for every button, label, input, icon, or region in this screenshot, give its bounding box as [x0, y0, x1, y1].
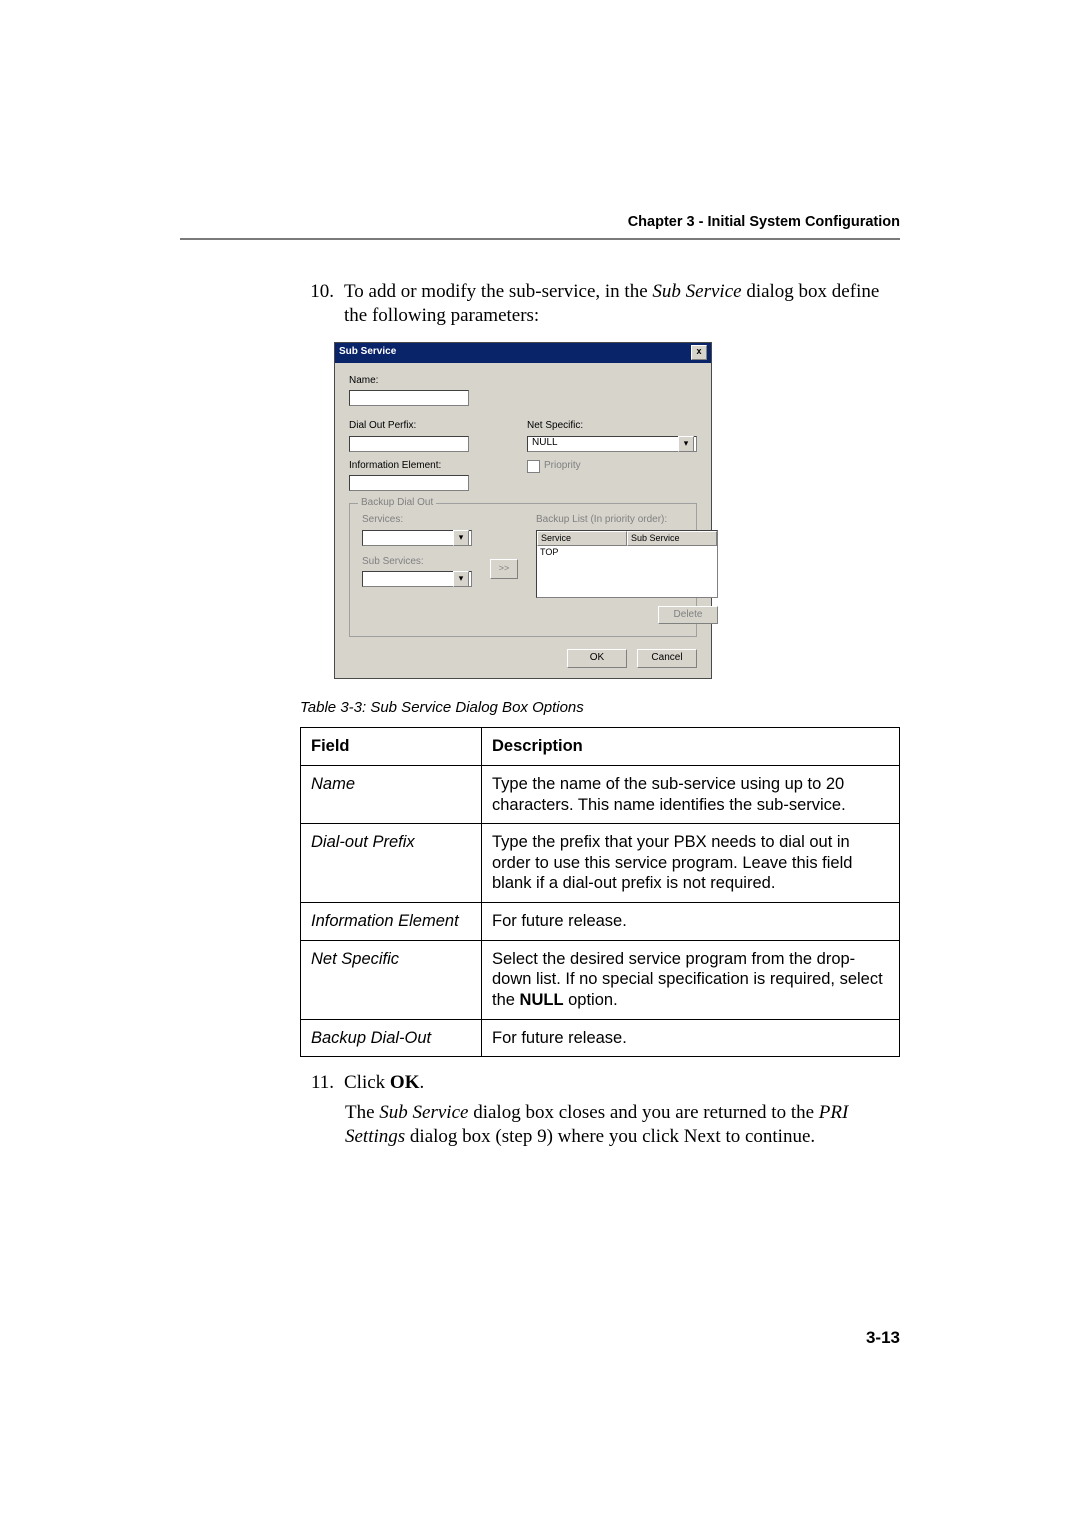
- text: dialog box closes and you are returned t…: [468, 1102, 818, 1123]
- group-left: Services: ▾ Sub Services: ▾: [362, 514, 472, 624]
- backup-list-label: Backup List (In priority order):: [536, 514, 718, 527]
- document-page: Chapter 3 - Initial System Configuration…: [0, 0, 1080, 1528]
- services-label: Services:: [362, 514, 472, 527]
- desc-cell: For future release.: [482, 903, 900, 941]
- group-right: Backup List (In priority order): Service…: [536, 514, 718, 624]
- chevron-down-icon: ▾: [453, 530, 469, 546]
- delete-button[interactable]: Delete: [658, 606, 718, 625]
- text-bold: OK: [390, 1072, 420, 1093]
- table-row: Backup Dial-Out For future release.: [301, 1019, 900, 1057]
- dial-out-prefix-label: Dial Out Perfix:: [349, 420, 509, 433]
- step-10: 10. To add or modify the sub-service, in…: [300, 280, 900, 328]
- select-value: NULL: [530, 437, 678, 450]
- text: dialog box (step 9) where you click Next…: [405, 1126, 815, 1147]
- text-em: Sub Service: [379, 1102, 468, 1123]
- right-col: Net Specific: NULL ▾ Prioprity: [527, 420, 697, 491]
- name-label: Name:: [349, 375, 697, 388]
- information-element-label: Information Element:: [349, 460, 509, 473]
- step-text: Click OK.: [344, 1071, 900, 1095]
- net-specific-label: Net Specific:: [527, 420, 697, 433]
- dialog-actions: OK Cancel: [349, 649, 697, 668]
- dial-out-prefix-input[interactable]: [349, 436, 469, 452]
- ok-button[interactable]: OK: [567, 649, 627, 668]
- table-caption: Table 3-3: Sub Service Dialog Box Option…: [300, 699, 900, 718]
- checkbox-icon: [527, 460, 540, 473]
- net-specific-select[interactable]: NULL ▾: [527, 436, 697, 452]
- backup-list-table: Service Sub Service TOP: [536, 530, 718, 598]
- field-cell: Name: [301, 765, 482, 823]
- text: To add or modify the sub-service, in the: [344, 281, 652, 302]
- col-sub-service: Sub Service: [627, 531, 717, 546]
- text: option.: [564, 991, 618, 1009]
- step-11-followup: The Sub Service dialog box closes and yo…: [345, 1101, 900, 1149]
- chevron-down-icon: ▾: [678, 436, 694, 452]
- field-cell: Dial-out Prefix: [301, 824, 482, 903]
- text: Click: [344, 1072, 390, 1093]
- desc-cell: For future release.: [482, 1019, 900, 1057]
- dialog-title: Sub Service: [339, 346, 691, 359]
- sub-service-dialog: Sub Service x Name: Dial Out Perfix: Inf…: [334, 342, 712, 679]
- col-description: Description: [482, 728, 900, 766]
- cancel-button[interactable]: Cancel: [637, 649, 697, 668]
- dialog-body: Name: Dial Out Perfix: Information Eleme…: [335, 363, 711, 678]
- table-row: Dial-out Prefix Type the prefix that you…: [301, 824, 900, 903]
- information-element-input[interactable]: [349, 475, 469, 491]
- chevron-down-icon: ▾: [453, 571, 469, 587]
- desc-cell: Select the desired service program from …: [482, 940, 900, 1019]
- step-11: 11. Click OK.: [300, 1071, 900, 1095]
- body-content: 10. To add or modify the sub-service, in…: [300, 280, 900, 1148]
- text-em: Sub Service: [652, 281, 741, 302]
- desc-cell: Type the name of the sub-service using u…: [482, 765, 900, 823]
- page-header: Chapter 3 - Initial System Configuration: [628, 214, 900, 230]
- field-cell: Backup Dial-Out: [301, 1019, 482, 1057]
- left-col: Dial Out Perfix: Information Element:: [349, 420, 509, 491]
- close-icon[interactable]: x: [691, 345, 707, 360]
- col-field: Field: [301, 728, 482, 766]
- services-select[interactable]: ▾: [362, 530, 472, 546]
- page-number: 3-13: [866, 1328, 900, 1348]
- field-cell: Net Specific: [301, 940, 482, 1019]
- dialog-figure: Sub Service x Name: Dial Out Perfix: Inf…: [334, 342, 900, 679]
- col-service: Service: [537, 531, 627, 546]
- table-row: Net Specific Select the desired service …: [301, 940, 900, 1019]
- table-row: Information Element For future release.: [301, 903, 900, 941]
- table-row: Name Type the name of the sub-service us…: [301, 765, 900, 823]
- priority-label: Prioprity: [544, 460, 581, 473]
- delete-row: Delete: [536, 606, 718, 625]
- name-input[interactable]: [349, 390, 469, 406]
- group-title: Backup Dial Out: [358, 497, 436, 510]
- text-bold: NULL: [520, 991, 564, 1009]
- table-row: TOP: [537, 546, 717, 559]
- options-table: Field Description Name Type the name of …: [300, 727, 900, 1057]
- move-right-button[interactable]: >>: [490, 559, 518, 579]
- step-text: To add or modify the sub-service, in the…: [344, 280, 900, 328]
- field-cell: Information Element: [301, 903, 482, 941]
- desc-cell: Type the prefix that your PBX needs to d…: [482, 824, 900, 903]
- sub-services-select[interactable]: ▾: [362, 571, 472, 587]
- sub-services-label: Sub Services:: [362, 556, 472, 569]
- table-head: Service Sub Service: [537, 531, 717, 546]
- dialog-titlebar: Sub Service x: [335, 343, 711, 363]
- header-rule: [180, 238, 900, 240]
- move-col: >>: [490, 514, 518, 624]
- priority-checkbox[interactable]: Prioprity: [527, 460, 697, 473]
- table-header-row: Field Description: [301, 728, 900, 766]
- step-number: 10.: [300, 280, 334, 328]
- backup-dial-out-group: Backup Dial Out Services: ▾ Sub Services…: [349, 503, 697, 637]
- text: .: [419, 1072, 424, 1093]
- step-number: 11.: [300, 1071, 334, 1095]
- text: The: [345, 1102, 379, 1123]
